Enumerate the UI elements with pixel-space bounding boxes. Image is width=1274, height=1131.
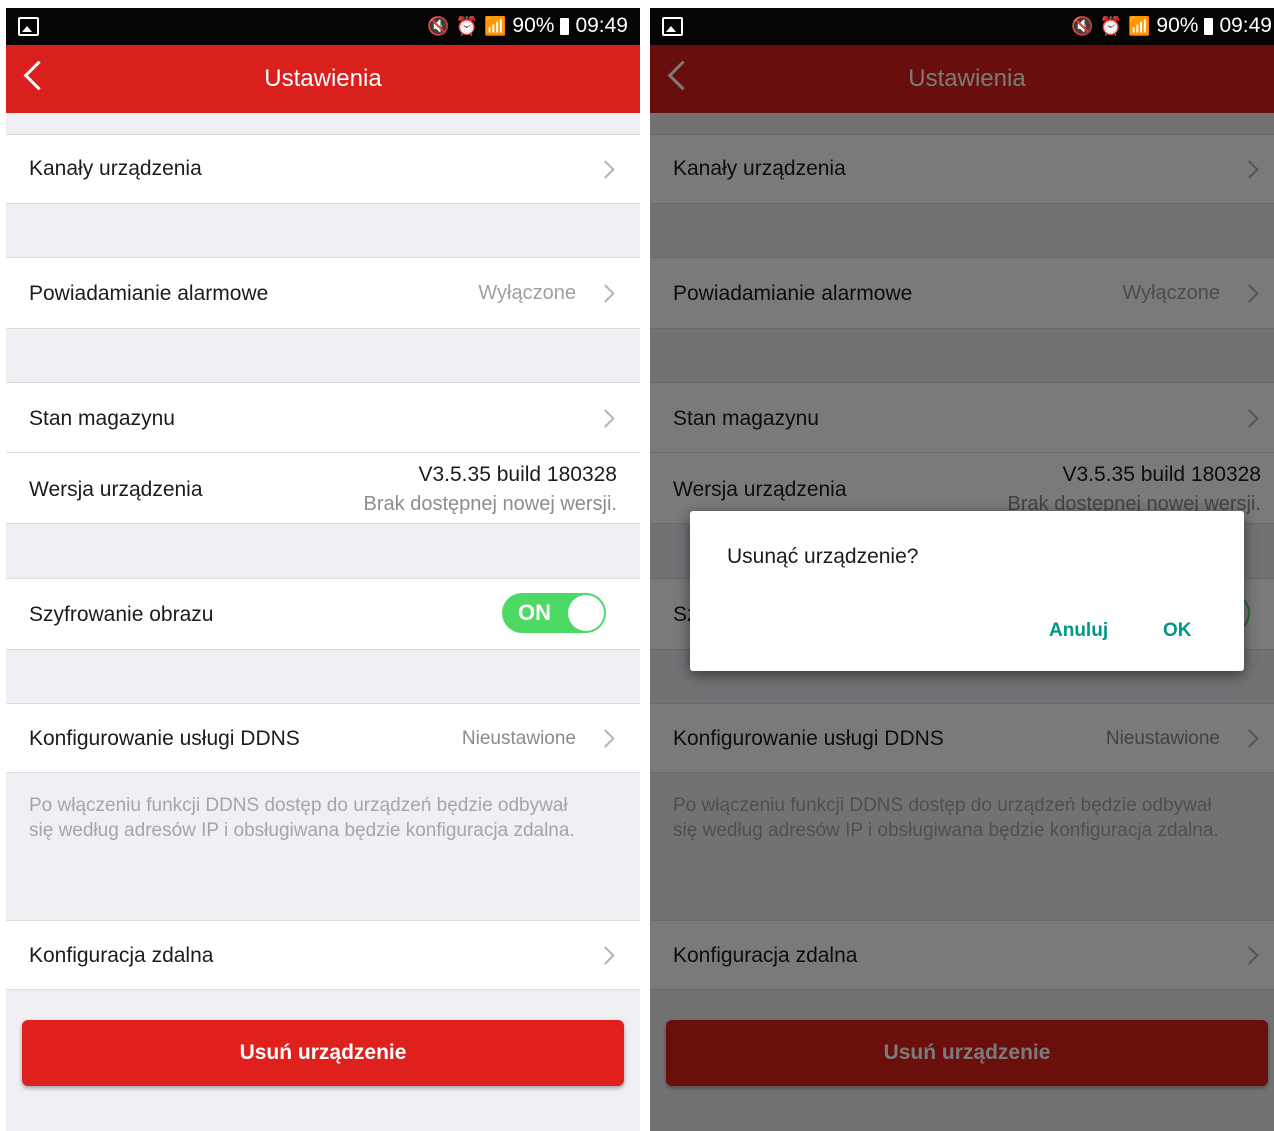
ddns-description: Po włączeniu funkcji DDNS dostęp do urzą… xyxy=(29,795,575,841)
row-value: Wyłączone xyxy=(478,282,576,304)
mute-icon: 🔇 xyxy=(427,15,450,36)
settings-screen: 🔇 ⏰ 📶 90% 09:49 Ustawienia Kanały urządz… xyxy=(6,8,640,1131)
gallery-icon xyxy=(662,17,683,36)
chevron-right-icon xyxy=(596,729,615,748)
row-image-encryption: Szyfrowanie obrazu ON xyxy=(6,578,640,650)
row-ddns-config[interactable]: Konfigurowanie usługi DDNS Nieustawione xyxy=(6,703,640,773)
page-title: Ustawienia xyxy=(264,65,382,92)
battery-icon xyxy=(560,17,570,35)
wifi-icon: 📶 xyxy=(1127,15,1151,36)
delete-device-label: Usuń urządzenie xyxy=(239,1041,407,1064)
dialog-ok-button[interactable]: OK xyxy=(1163,620,1192,642)
device-version-value: V3.5.35 build 180328 xyxy=(418,463,617,486)
row-label: Konfigurowanie usługi DDNS xyxy=(29,727,300,750)
battery-percent: 90% xyxy=(1156,14,1199,37)
device-version-note: Brak dostępnej nowej wersji. xyxy=(363,493,617,515)
dialog-cancel-button[interactable]: Anuluj xyxy=(1049,620,1108,642)
clock: 09:49 xyxy=(575,14,628,37)
status-bar: 🔇 ⏰ 📶 90% 09:49 xyxy=(6,8,640,45)
chevron-right-icon xyxy=(596,946,615,965)
clock: 09:49 xyxy=(1219,14,1272,37)
chevron-right-icon xyxy=(596,409,615,428)
row-label: Wersja urządzenia xyxy=(29,478,203,501)
mute-icon: 🔇 xyxy=(1071,15,1094,36)
app-bar: Ustawienia xyxy=(6,45,640,113)
battery-percent: 90% xyxy=(512,14,555,37)
status-bar: 🔇 ⏰ 📶 90% 09:49 xyxy=(650,8,1274,45)
row-device-version: Wersja urządzenia V3.5.35 build 180328 B… xyxy=(6,452,640,524)
row-label: Konfiguracja zdalna xyxy=(29,944,214,967)
encryption-toggle[interactable]: ON xyxy=(502,593,606,633)
row-remote-config[interactable]: Konfiguracja zdalna xyxy=(6,920,640,990)
row-alarm-notification[interactable]: Powiadamianie alarmowe Wyłączone xyxy=(6,257,640,329)
chevron-right-icon xyxy=(596,284,615,303)
row-storage-status[interactable]: Stan magazynu xyxy=(6,382,640,453)
delete-device-button[interactable]: Usuń urządzenie xyxy=(22,1020,624,1086)
chevron-right-icon xyxy=(596,160,615,179)
alarm-icon: ⏰ xyxy=(455,15,478,36)
alarm-icon: ⏰ xyxy=(1099,15,1122,36)
toggle-knob xyxy=(568,595,604,631)
wifi-icon: 📶 xyxy=(483,15,507,36)
row-device-channels[interactable]: Kanały urządzenia xyxy=(6,134,640,204)
row-label: Powiadamianie alarmowe xyxy=(29,282,269,305)
row-label: Stan magazynu xyxy=(29,407,175,430)
settings-screen-with-dialog: 🔇 ⏰ 📶 90% 09:49 Ustawienia Kanały urządz… xyxy=(650,8,1274,1131)
battery-icon xyxy=(1204,17,1214,35)
confirm-delete-dialog: Usunąć urządzenie? Anuluj OK xyxy=(690,511,1244,671)
row-label: Kanały urządzenia xyxy=(29,157,202,180)
gallery-icon xyxy=(18,17,39,36)
toggle-label: ON xyxy=(518,600,551,625)
dialog-message: Usunąć urządzenie? xyxy=(727,545,919,568)
row-value: Nieustawione xyxy=(461,728,576,749)
row-label: Szyfrowanie obrazu xyxy=(29,603,214,626)
